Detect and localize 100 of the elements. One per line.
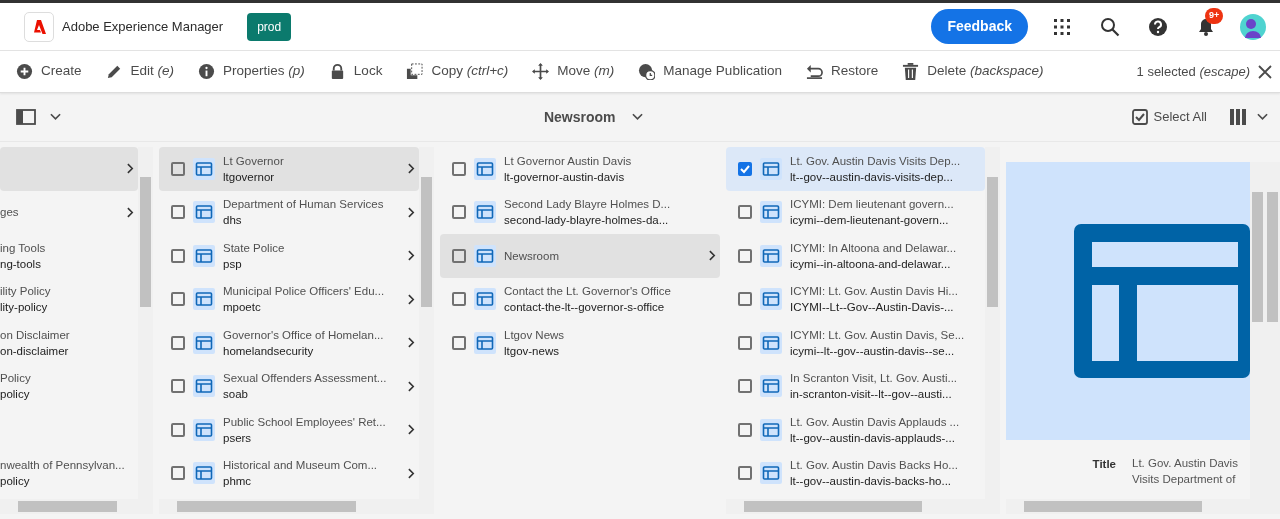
- item-name: icymi--lt--gov--austin-davis--se...: [790, 343, 956, 359]
- toolbar-button[interactable]: Restore: [805, 61, 879, 82]
- checkbox[interactable]: [738, 248, 752, 263]
- toolbar-button[interactable]: Edit (e): [105, 61, 175, 82]
- column-row[interactable]: ility Policy lity-policy: [0, 277, 138, 321]
- toolbar-button[interactable]: Properties (p): [198, 61, 305, 82]
- column-row[interactable]: Policy policy: [0, 364, 138, 408]
- checkbox[interactable]: [738, 161, 752, 176]
- page-icon: [760, 157, 782, 180]
- avatar[interactable]: [1240, 13, 1266, 40]
- item-name: lity-policy: [0, 300, 49, 316]
- item-name: ng-tools: [0, 256, 42, 272]
- item-title: ICYMI: Lt. Gov. Austin Davis, Se...: [790, 327, 966, 343]
- item-title: In Scranton Visit, Lt. Gov. Austi...: [790, 371, 959, 387]
- item-title: Historical and Museum Com...: [223, 458, 379, 474]
- column-row[interactable]: In Scranton Visit, Lt. Gov. Austi... in-scranton-visit--lt--gov--austi...: [726, 364, 985, 408]
- select-all-button[interactable]: Select All: [1125, 106, 1213, 128]
- horizontal-scrollbar[interactable]: [159, 499, 434, 514]
- checkbox[interactable]: [738, 205, 752, 220]
- property-label: Title: [1092, 457, 1116, 472]
- column-row[interactable]: Newsroom: [440, 234, 720, 278]
- horizontal-scrollbar[interactable]: [1006, 499, 1280, 514]
- column-row[interactable]: Contact the Lt. Governor's Office contact-the-lt--governor-s-office: [440, 277, 720, 321]
- column-row[interactable]: Governor's Office of Homelan... homelandsecurity: [159, 321, 419, 365]
- apps-grid-icon[interactable]: [1052, 16, 1072, 37]
- page-icon: [193, 375, 215, 398]
- checkbox[interactable]: [171, 248, 185, 263]
- horizontal-scrollbar[interactable]: [0, 499, 153, 514]
- item-name: lt-governor-austin-davis: [504, 169, 626, 185]
- item-title: Sexual Offenders Assessment...: [223, 371, 388, 387]
- page-icon: [193, 157, 215, 180]
- column-row[interactable]: Department of Human Services dhs: [159, 190, 419, 234]
- checkbox[interactable]: [171, 422, 185, 437]
- help-icon[interactable]: [1148, 16, 1168, 37]
- vertical-scrollbar[interactable]: [419, 147, 434, 499]
- rail-toggle-button[interactable]: [16, 109, 61, 125]
- toolbar-button[interactable]: Move (m): [532, 61, 615, 82]
- checkbox[interactable]: [738, 422, 752, 437]
- checkbox[interactable]: [452, 161, 466, 176]
- item-title: Lt. Gov. Austin Davis Visits Dep...: [790, 153, 962, 169]
- column-row[interactable]: State Police psp: [159, 234, 419, 278]
- checkbox[interactable]: [171, 335, 185, 350]
- item-name: homelandsecurity: [223, 343, 315, 359]
- column-row[interactable]: ICYMI: Lt. Gov. Austin Davis Hi... ICYMI--Lt--Gov--Austin-Davis-...: [726, 277, 985, 321]
- view-switcher-button[interactable]: [1229, 109, 1268, 125]
- column-row[interactable]: nwealth of Pennsylvan... policy: [0, 451, 138, 495]
- column-row[interactable]: on Disclaimer on-disclaimer: [0, 321, 138, 365]
- checkbox[interactable]: [171, 205, 185, 220]
- horizontal-scrollbar[interactable]: [726, 499, 1000, 514]
- page-icon: [760, 418, 782, 441]
- column-row[interactable]: ICYMI: Lt. Gov. Austin Davis, Se... icymi--lt--gov--austin-davis--se...: [726, 321, 985, 365]
- search-icon[interactable]: [1100, 16, 1120, 37]
- column-row[interactable]: Lt. Gov. Austin Davis Visits Dep... lt--gov--austin-davis-visits-dep...: [726, 147, 985, 191]
- checkbox[interactable]: [171, 466, 185, 481]
- item-title: Contact the Lt. Governor's Office: [504, 284, 672, 300]
- app-logo[interactable]: [24, 11, 54, 42]
- column-row[interactable]: ges: [0, 190, 138, 234]
- breadcrumb-dropdown[interactable]: Newsroom: [537, 105, 649, 129]
- toolbar-button[interactable]: Lock: [328, 61, 383, 82]
- checkbox[interactable]: [452, 248, 466, 263]
- chevron-right-icon: [408, 293, 415, 305]
- toolbar-button[interactable]: Manage Publication: [638, 61, 782, 82]
- vertical-scrollbar[interactable]: [985, 147, 1000, 499]
- item-name: policy: [0, 474, 31, 490]
- column-row[interactable]: ICYMI: Dem lieutenant govern... icymi--dem-lieutenant-govern...: [726, 190, 985, 234]
- column-row[interactable]: Ltgov News ltgov-news: [440, 321, 720, 365]
- checkbox[interactable]: [738, 335, 752, 350]
- column-row[interactable]: Historical and Museum Com... phmc: [159, 451, 419, 495]
- checkbox[interactable]: [171, 161, 185, 176]
- checkbox[interactable]: [738, 379, 752, 394]
- column-row[interactable]: Lt Governor ltgovernor: [159, 147, 419, 191]
- checkbox[interactable]: [452, 335, 466, 350]
- item-title: ICYMI: Dem lieutenant govern...: [790, 197, 955, 213]
- checkbox[interactable]: [171, 292, 185, 307]
- checkbox[interactable]: [738, 466, 752, 481]
- close-icon[interactable]: [1258, 64, 1272, 79]
- item-title: Second Lady Blayre Holmes D...: [504, 197, 672, 213]
- checkbox[interactable]: [171, 379, 185, 394]
- toolbar-button[interactable]: Copy (ctrl+c): [406, 61, 509, 82]
- column-row[interactable]: Sexual Offenders Assessment... soab: [159, 364, 419, 408]
- checkbox[interactable]: [738, 292, 752, 307]
- checkbox[interactable]: [452, 292, 466, 307]
- product-name[interactable]: Adobe Experience Manager: [62, 16, 224, 37]
- column-row[interactable]: Municipal Police Officers' Edu... mpoetc: [159, 277, 419, 321]
- column-row[interactable]: Public School Employees' Ret... psers: [159, 408, 419, 452]
- selection-count: 1 selected (escape): [1136, 62, 1250, 81]
- toolbar-button[interactable]: Create: [16, 61, 82, 82]
- column-row[interactable]: ing Tools ng-tools: [0, 234, 138, 278]
- chevron-right-icon: [408, 467, 415, 479]
- column-row[interactable]: Second Lady Blayre Holmes D... second-lady-blayre-holmes-da...: [440, 190, 720, 234]
- checkbox-icon: [1131, 109, 1148, 125]
- feedback-button[interactable]: Feedback: [931, 9, 1028, 44]
- column-row[interactable]: ICYMI: In Altoona and Delawar... icymi--in-altoona-and-delawar...: [726, 234, 985, 278]
- vertical-scrollbar[interactable]: [138, 147, 153, 499]
- column-row[interactable]: Lt Governor Austin Davis lt-governor-austin-davis: [440, 147, 720, 191]
- toolbar-button[interactable]: Delete (backspace): [902, 61, 1044, 82]
- column-row[interactable]: Lt. Gov. Austin Davis Backs Ho... lt--gov--austin-davis-backs-ho...: [726, 451, 985, 495]
- environment-badge: prod: [247, 12, 292, 41]
- checkbox[interactable]: [452, 205, 466, 220]
- column-row[interactable]: Lt. Gov. Austin Davis Applauds ... lt--gov--austin-davis-applauds-...: [726, 408, 985, 452]
